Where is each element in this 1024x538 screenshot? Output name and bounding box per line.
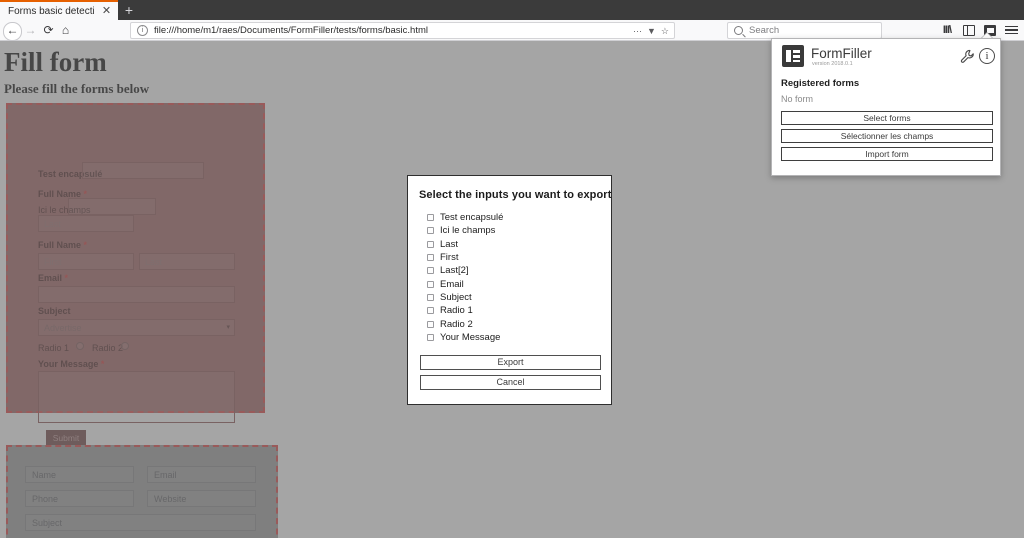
page-actions-ellipsis-icon[interactable]: ··· [633, 25, 642, 37]
tab-title: Forms basic detection [8, 6, 94, 17]
export-checkbox-label: Last[2] [440, 265, 469, 276]
popup-version: version 2018.0.1 [812, 61, 853, 67]
checkbox-icon[interactable] [427, 281, 434, 288]
checkbox-icon[interactable] [427, 321, 434, 328]
checkbox-icon[interactable] [427, 254, 434, 261]
checkbox-icon[interactable] [427, 227, 434, 234]
page-action-icons: ··· ▼ ☆ [633, 25, 669, 37]
checkbox-icon[interactable] [427, 307, 434, 314]
library-icon[interactable]: III\ [940, 23, 954, 37]
export-checkbox-list: Test encapsulé Ici le champs Last First Last… [427, 211, 597, 344]
forward-icon[interactable]: → [22, 22, 39, 39]
export-checkbox-row[interactable]: Ici le champs [427, 224, 597, 237]
info-icon[interactable]: i [979, 48, 995, 64]
home-icon[interactable]: ⌂ [57, 22, 74, 39]
registered-forms-title: Registered forms [781, 78, 859, 89]
export-checkbox-label: Subject [440, 292, 472, 303]
checkbox-icon[interactable] [427, 214, 434, 221]
export-checkbox-label: Email [440, 279, 464, 290]
back-icon[interactable]: ← [3, 22, 22, 41]
export-checkbox-row[interactable]: Email [427, 277, 597, 290]
select-forms-button[interactable]: Select forms [781, 111, 993, 125]
export-checkbox-label: Last [440, 239, 458, 250]
import-form-button[interactable]: Import form [781, 147, 993, 161]
no-form-text: No form [781, 94, 813, 104]
export-inputs-dialog: Select the inputs you want to export Tes… [407, 175, 612, 405]
sidebar-icon[interactable] [963, 25, 975, 36]
formfiller-logo-icon [782, 45, 804, 67]
search-bar[interactable]: Search [727, 22, 882, 39]
export-checkbox-label: Ici le champs [440, 225, 495, 236]
toolbar-buttons: III\ [940, 23, 1018, 37]
popup-title: FormFiller [811, 46, 872, 61]
checkbox-icon[interactable] [427, 334, 434, 341]
checkbox-icon[interactable] [427, 294, 434, 301]
select-fields-button[interactable]: Sélectionner les champs [781, 129, 993, 143]
export-checkbox-row[interactable]: First [427, 251, 597, 264]
export-checkbox-label: Radio 2 [440, 319, 473, 330]
export-checkbox-row[interactable]: Radio 2 [427, 317, 597, 330]
export-checkbox-row[interactable]: Subject [427, 291, 597, 304]
search-placeholder: Search [749, 25, 779, 36]
dialog-title: Select the inputs you want to export [419, 189, 611, 201]
export-button[interactable]: Export [420, 355, 601, 370]
cancel-button[interactable]: Cancel [420, 375, 601, 390]
wrench-icon[interactable] [960, 49, 975, 64]
menu-icon[interactable] [1005, 23, 1018, 37]
export-checkbox-label: Radio 1 [440, 305, 473, 316]
checkbox-icon[interactable] [427, 267, 434, 274]
formfiller-popup: FormFiller version 2018.0.1 i Registered… [771, 38, 1001, 176]
export-checkbox-row[interactable]: Last [427, 238, 597, 251]
export-checkbox-row[interactable]: Test encapsulé [427, 211, 597, 224]
close-icon[interactable]: ✕ [101, 6, 112, 17]
reload-icon[interactable]: ⟳ [40, 22, 57, 39]
export-checkbox-row[interactable]: Last[2] [427, 264, 597, 277]
pocket-icon[interactable]: ▼ [647, 25, 656, 37]
export-checkbox-label: Test encapsulé [440, 212, 503, 223]
tab-bar: Forms basic detection ✕ + [0, 0, 1024, 20]
export-checkbox-row[interactable]: Your Message [427, 331, 597, 344]
tab-forms-basic-detection[interactable]: Forms basic detection ✕ [0, 0, 118, 20]
search-icon [734, 26, 743, 35]
browser-window: Forms basic detection ✕ + ← → ⟳ ⌂ i file… [0, 0, 1024, 538]
bookmark-star-icon[interactable]: ☆ [661, 25, 669, 37]
export-checkbox-label: Your Message [440, 332, 500, 343]
new-tab-icon[interactable]: + [121, 3, 137, 18]
site-info-icon[interactable]: i [137, 25, 148, 36]
url-bar[interactable]: i file:///home/m1/raes/Documents/FormFil… [130, 22, 675, 39]
url-text: file:///home/m1/raes/Documents/FormFille… [154, 25, 428, 36]
checkbox-icon[interactable] [427, 241, 434, 248]
export-checkbox-label: First [440, 252, 458, 263]
export-checkbox-row[interactable]: Radio 1 [427, 304, 597, 317]
